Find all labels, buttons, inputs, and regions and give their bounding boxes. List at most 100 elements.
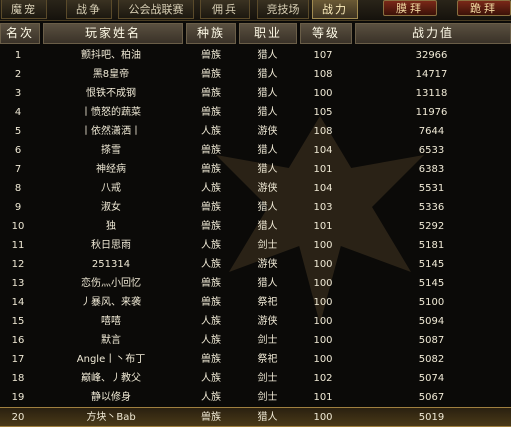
job-cell: 猎人 (257, 107, 278, 118)
race-cell: 兽族 (201, 221, 221, 232)
job-cell: 猎人 (257, 69, 278, 80)
player-name-cell: 神经病 (96, 164, 126, 175)
rank-cell: 8 (14, 183, 22, 194)
race-cell: 人族 (201, 335, 221, 346)
job-cell: 猎人 (257, 50, 278, 61)
table-row[interactable]: 16 默言 人族 剑士 100 5087 (0, 331, 511, 350)
player-name-cell: Angle丨丶布丁 (76, 354, 146, 365)
table-row[interactable]: 14 丿暴风、来袭 兽族 祭祀 100 5100 (0, 293, 511, 312)
job-cell: 猎人 (257, 412, 278, 423)
table-row[interactable]: 15 嘻嘻 人族 游侠 100 5094 (0, 312, 511, 331)
rank-cell: 10 (11, 221, 25, 232)
level-cell: 105 (313, 107, 333, 118)
level-cell: 100 (313, 259, 333, 270)
power-cell: 32966 (415, 50, 448, 61)
table-row[interactable]: 19 静以修身 人族 剑士 101 5067 (0, 388, 511, 407)
kneel-button[interactable]: 跪拜 (457, 0, 511, 16)
col-race-header[interactable]: 种族 (186, 23, 236, 44)
table-row[interactable]: 6 搽雪 兽族 猎人 104 6533 (0, 141, 511, 160)
tab-war[interactable]: 战争 (66, 0, 112, 19)
table-row[interactable]: 11 秋日思雨 人族 剑士 100 5181 (0, 236, 511, 255)
table-row[interactable]: 8 八戒 人族 游侠 104 5531 (0, 179, 511, 198)
power-cell: 5181 (418, 240, 445, 251)
rank-cell: 7 (14, 164, 22, 175)
table-row[interactable]: 2 黑8皇帝 兽族 猎人 108 14717 (0, 65, 511, 84)
race-cell: 兽族 (201, 145, 221, 156)
race-cell: 兽族 (201, 107, 221, 118)
power-cell: 11976 (415, 107, 448, 118)
power-cell: 7644 (418, 126, 445, 137)
rank-cell: 19 (11, 392, 25, 403)
col-level-header[interactable]: 等级 (300, 23, 352, 44)
level-cell: 100 (313, 316, 333, 327)
job-cell: 剑士 (257, 392, 278, 403)
level-cell: 100 (313, 240, 333, 251)
table-row[interactable]: 17 Angle丨丶布丁 兽族 祭祀 100 5082 (0, 350, 511, 369)
level-cell: 102 (313, 373, 333, 384)
player-name-cell: 丿暴风、来袭 (81, 297, 141, 308)
col-power-header[interactable]: 战力值 (355, 23, 511, 44)
job-cell: 游侠 (257, 259, 278, 270)
power-cell: 5145 (418, 259, 445, 270)
rank-cell: 6 (14, 145, 22, 156)
power-cell: 5019 (418, 412, 445, 423)
job-cell: 祭祀 (257, 354, 278, 365)
job-cell: 猎人 (257, 221, 278, 232)
player-name-cell: 秋日思雨 (91, 240, 131, 251)
job-cell: 游侠 (257, 126, 278, 137)
player-name-cell: 淑女 (101, 202, 121, 213)
power-cell: 5145 (418, 278, 445, 289)
tab-guild-war-league[interactable]: 公会战联赛 (118, 0, 194, 19)
table-row[interactable]: 7 神经病 兽族 猎人 101 6383 (0, 160, 511, 179)
table-row[interactable]: 12 251314 人族 游侠 100 5145 (0, 255, 511, 274)
race-cell: 兽族 (201, 50, 221, 61)
player-name-cell: 搽雪 (101, 145, 121, 156)
tab-arena[interactable]: 竞技场 (257, 0, 309, 19)
col-job-header[interactable]: 职业 (239, 23, 297, 44)
rank-cell: 1 (14, 50, 22, 61)
worship-button[interactable]: 膜拜 (383, 0, 437, 16)
job-cell: 猎人 (257, 202, 278, 213)
rank-cell: 4 (14, 107, 22, 118)
race-cell: 人族 (201, 126, 221, 137)
level-cell: 104 (313, 145, 333, 156)
power-cell: 5087 (418, 335, 445, 346)
player-name-cell: 默言 (101, 335, 121, 346)
table-row[interactable]: 13 恋伤灬小回忆 兽族 猎人 100 5145 (0, 274, 511, 293)
table-row[interactable]: 4 丨愤怒的蔬菜 兽族 猎人 105 11976 (0, 103, 511, 122)
job-cell: 猎人 (257, 164, 278, 175)
rank-cell: 13 (11, 278, 25, 289)
table-row[interactable]: 20 方块丶Bab 兽族 猎人 100 5019 (0, 407, 511, 427)
col-name-header[interactable]: 玩家姓名 (43, 23, 183, 44)
player-name-cell: 独 (106, 221, 116, 232)
tab-mercenary[interactable]: 佣兵 (200, 0, 250, 19)
level-cell: 101 (313, 221, 333, 232)
level-cell: 100 (313, 412, 333, 423)
tab-pets[interactable]: 魔宠 (1, 0, 47, 19)
player-name-cell: 巅峰、丿教父 (81, 373, 141, 384)
table-row[interactable]: 18 巅峰、丿教父 人族 剑士 102 5074 (0, 369, 511, 388)
player-name-cell: 嘻嘻 (101, 316, 121, 327)
rank-cell: 11 (11, 240, 25, 251)
table-row[interactable]: 3 恨铁不成钢 兽族 猎人 100 13118 (0, 84, 511, 103)
table-row[interactable]: 10 独 兽族 猎人 101 5292 (0, 217, 511, 236)
tab-combat-power[interactable]: 战力 (312, 0, 358, 19)
job-cell: 猎人 (257, 145, 278, 156)
col-rank-header[interactable]: 名次 (0, 23, 40, 44)
table-row[interactable]: 1 颤抖吧、柏油 兽族 猎人 107 32966 (0, 46, 511, 65)
power-cell: 13118 (415, 88, 448, 99)
race-cell: 兽族 (201, 412, 221, 423)
race-cell: 兽族 (201, 202, 221, 213)
table-row[interactable]: 5 丨依然潇洒丨 人族 游侠 108 7644 (0, 122, 511, 141)
job-cell: 猎人 (257, 88, 278, 99)
rank-cell: 18 (11, 373, 25, 384)
job-cell: 游侠 (257, 183, 278, 194)
job-cell: 剑士 (257, 373, 278, 384)
race-cell: 兽族 (201, 88, 221, 99)
race-cell: 兽族 (201, 354, 221, 365)
table-row[interactable]: 9 淑女 兽族 猎人 103 5336 (0, 198, 511, 217)
ranking-table-header: 名次 玩家姓名 种族 职业 等级 战力值 (0, 23, 511, 45)
power-cell: 5100 (418, 297, 445, 308)
level-cell: 100 (313, 278, 333, 289)
player-name-cell: 恨铁不成钢 (86, 88, 136, 99)
